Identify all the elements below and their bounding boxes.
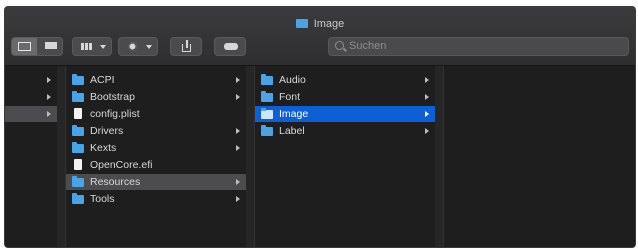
column-1[interactable]: [5, 66, 57, 247]
item-label: Resources: [90, 176, 141, 188]
search-field[interactable]: Suchen: [328, 37, 629, 56]
item-label: Kexts: [90, 142, 117, 154]
share-arrow-icon: [186, 40, 188, 48]
window-title: Image: [5, 17, 635, 31]
chevron-right-icon: [47, 111, 51, 117]
column-2-scrollbar[interactable]: [246, 66, 254, 247]
title-bar: Image Suchen: [5, 7, 635, 66]
folder-icon: [261, 91, 273, 102]
folder-icon: [295, 19, 308, 28]
column-3-scrollbar[interactable]: [435, 66, 443, 247]
list-item[interactable]: Resources: [66, 174, 246, 190]
item-label: Font: [279, 91, 301, 103]
column-3[interactable]: Audio Font Image Label: [255, 66, 435, 247]
item-label: Bootstrap: [90, 91, 135, 103]
folder-icon: [72, 91, 84, 102]
document-icon: [74, 159, 82, 170]
list-item[interactable]: Bootstrap: [66, 89, 246, 105]
item-label: Label: [279, 125, 305, 137]
column-4[interactable]: [444, 66, 635, 247]
gallery-view-button[interactable]: [38, 38, 63, 55]
share-button[interactable]: [170, 37, 202, 56]
item-label: Tools: [90, 193, 115, 205]
column-1-scrollbar[interactable]: [57, 66, 65, 247]
chevron-down-icon: [146, 45, 152, 49]
gallery-view-icon: [45, 42, 57, 49]
chevron-right-icon: [236, 179, 240, 185]
chevron-right-icon: [236, 94, 240, 100]
chevron-right-icon: [425, 94, 429, 100]
list-item[interactable]: [5, 89, 57, 105]
folder-icon: [72, 74, 84, 85]
chevron-right-icon: [236, 145, 240, 151]
list-item[interactable]: Audio: [255, 72, 435, 88]
chevron-right-icon: [425, 111, 429, 117]
folder-icon: [72, 142, 84, 153]
item-label: Drivers: [90, 125, 124, 137]
columns-view-icon: [18, 42, 31, 51]
group-button[interactable]: [72, 37, 112, 56]
folder-icon: [72, 125, 84, 136]
folder-icon: [72, 176, 84, 187]
list-item[interactable]: [5, 72, 57, 88]
grid-group-icon: [81, 43, 92, 50]
chevron-down-icon: [100, 45, 106, 49]
chevron-right-icon: [425, 77, 429, 83]
chevron-right-icon: [236, 77, 240, 83]
search-placeholder: Suchen: [349, 40, 387, 52]
document-icon: [74, 108, 82, 119]
column-2[interactable]: ACPI Bootstrap config.plist Drivers Kext…: [66, 66, 246, 247]
tag-button[interactable]: [214, 37, 246, 56]
search-icon: [335, 41, 344, 50]
chevron-right-icon: [47, 77, 51, 83]
list-item[interactable]: config.plist: [66, 106, 246, 122]
window-title-label: Image: [313, 18, 345, 30]
list-item[interactable]: Font: [255, 89, 435, 105]
chevron-right-icon: [47, 94, 51, 100]
chevron-right-icon: [425, 128, 429, 134]
chevron-right-icon: [236, 128, 240, 134]
chevron-right-icon: [236, 196, 240, 202]
desktop: Image Suchen ACPI Bootstrap config.plist…: [0, 0, 638, 249]
view-switcher: [11, 37, 63, 56]
item-label: OpenCore.efi: [90, 159, 153, 171]
list-item[interactable]: [5, 106, 57, 122]
item-label: ACPI: [90, 74, 115, 86]
tag-icon: [224, 43, 238, 50]
folder-icon: [261, 108, 273, 119]
item-label: Image: [279, 108, 309, 120]
columns-view-button[interactable]: [12, 38, 37, 55]
list-item[interactable]: OpenCore.efi: [66, 157, 246, 173]
list-item[interactable]: Drivers: [66, 123, 246, 139]
list-item[interactable]: Kexts: [66, 140, 246, 156]
list-item[interactable]: Image: [255, 106, 435, 122]
list-item[interactable]: ACPI: [66, 72, 246, 88]
finder-window: Image Suchen ACPI Bootstrap config.plist…: [4, 6, 636, 248]
folder-icon: [261, 125, 273, 136]
folder-icon: [72, 193, 84, 204]
item-label: Audio: [279, 74, 306, 86]
list-item[interactable]: Tools: [66, 191, 246, 207]
folder-icon: [261, 74, 273, 85]
action-button[interactable]: [118, 37, 158, 56]
item-label: config.plist: [90, 108, 140, 120]
list-item[interactable]: Label: [255, 123, 435, 139]
gear-icon: [128, 42, 137, 51]
